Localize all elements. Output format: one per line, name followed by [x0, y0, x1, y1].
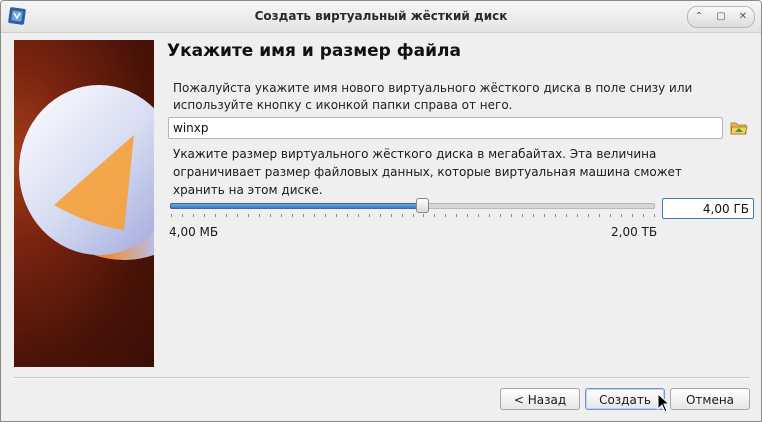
- slider-tick: [533, 214, 534, 217]
- name-description: Пожалуйста укажите имя нового виртуально…: [173, 81, 693, 112]
- slider-tick: [226, 214, 227, 217]
- slider-tick: [248, 214, 249, 217]
- slider-tick: [445, 214, 446, 217]
- slider-tick: [237, 214, 238, 217]
- slider-tick: [336, 214, 337, 217]
- title-bar[interactable]: Создать виртуальный жёсткий диск ⌃ ▢ ✕: [1, 1, 761, 33]
- create-button[interactable]: Создать: [585, 388, 665, 410]
- window-title: Создать виртуальный жёсткий диск: [254, 9, 508, 23]
- disk-size-input[interactable]: [662, 198, 754, 219]
- disk-illustration-icon: [19, 85, 154, 260]
- restore-icon[interactable]: ⌃: [692, 10, 706, 24]
- slider-tick: [654, 214, 655, 217]
- slider-tick: [270, 214, 271, 217]
- slider-tick: [577, 214, 578, 217]
- slider-tick: [171, 214, 172, 217]
- slider-tick: [511, 214, 512, 217]
- slider-tick: [500, 214, 501, 217]
- size-description: Укажите размер виртуального жёсткого дис…: [173, 147, 682, 197]
- slider-tick: [478, 214, 479, 217]
- slider-tick: [610, 214, 611, 217]
- slider-tick: [489, 214, 490, 217]
- slider-tick: [566, 214, 567, 217]
- slider-tick: [204, 214, 205, 217]
- back-button[interactable]: < Назад: [500, 388, 580, 410]
- cancel-button[interactable]: Отмена: [670, 388, 750, 410]
- slider-tick: [522, 214, 523, 217]
- file-name-input[interactable]: [168, 117, 723, 139]
- mouse-cursor-icon: [657, 393, 671, 413]
- window-controls: ⌃ ▢ ✕: [687, 6, 755, 28]
- slider-tick: [193, 214, 194, 217]
- slider-tick: [413, 214, 414, 217]
- slider-tick: [402, 214, 403, 217]
- maximize-icon[interactable]: ▢: [714, 10, 728, 24]
- wizard-side-image: [14, 40, 154, 367]
- slider-min-label: 4,00 МБ: [169, 225, 219, 239]
- slider-tick: [281, 214, 282, 217]
- slider-tick: [391, 214, 392, 217]
- slider-tick: [303, 214, 304, 217]
- slider-tick: [544, 214, 545, 217]
- page-heading: Укажите имя и размер файла: [167, 41, 461, 61]
- slider-tick: [215, 214, 216, 217]
- slider-tick: [259, 214, 260, 217]
- slider-tick: [423, 214, 424, 217]
- slider-tick: [632, 214, 633, 217]
- slider-tick: [358, 214, 359, 217]
- slider-handle[interactable]: [416, 198, 429, 213]
- slider-tick: [456, 214, 457, 217]
- disk-size-slider[interactable]: [169, 197, 656, 219]
- slider-tick: [555, 214, 556, 217]
- slider-tick: [434, 214, 435, 217]
- slider-tick: [182, 214, 183, 217]
- slider-tick: [588, 214, 589, 217]
- dialog-window: Создать виртуальный жёсткий диск ⌃ ▢ ✕ У…: [0, 0, 762, 422]
- close-icon[interactable]: ✕: [736, 10, 750, 24]
- slider-tick: [643, 214, 644, 217]
- slider-max-label: 2,00 ТБ: [611, 225, 658, 239]
- button-separator: [14, 377, 750, 379]
- slider-tick: [292, 214, 293, 217]
- slider-tick: [347, 214, 348, 217]
- slider-tick: [467, 214, 468, 217]
- slider-tick: [380, 214, 381, 217]
- slider-tick: [369, 214, 370, 217]
- slider-tick: [325, 214, 326, 217]
- slider-tick: [599, 214, 600, 217]
- slider-fill: [170, 203, 424, 209]
- slider-tick: [621, 214, 622, 217]
- slider-tick: [314, 214, 315, 217]
- folder-open-icon[interactable]: [729, 118, 749, 138]
